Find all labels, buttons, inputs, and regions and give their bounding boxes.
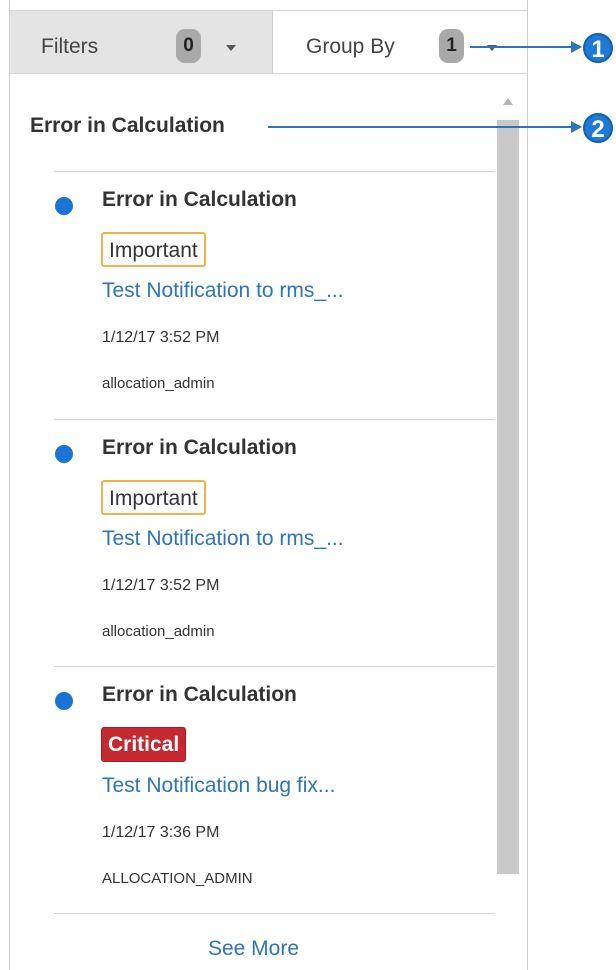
- notification-link[interactable]: Test Notification to rms_...: [102, 279, 344, 303]
- chevron-down-icon: [226, 45, 236, 51]
- notifications-panel: Filters 0 Group By 1 Error in Calculatio…: [9, 0, 528, 970]
- unread-dot-icon: [55, 197, 73, 215]
- filters-label: Filters: [41, 35, 99, 58]
- notification-time: 1/12/17 3:52 PM: [102, 329, 220, 346]
- group-by-button[interactable]: Group By 1: [273, 11, 527, 73]
- notification-item[interactable]: Error in Calculation Important Test Noti…: [10, 420, 497, 665]
- notification-item[interactable]: Error in Calculation Important Test Noti…: [10, 172, 497, 417]
- notification-title: Error in Calculation: [102, 683, 297, 706]
- scrollbar[interactable]: [497, 98, 519, 876]
- unread-dot-icon: [55, 445, 73, 463]
- priority-badge: Important: [101, 480, 206, 515]
- notification-title: Error in Calculation: [102, 436, 297, 459]
- callout-number: 2: [583, 113, 613, 143]
- callout-arrowhead: [571, 41, 582, 53]
- group-by-count-badge: 1: [439, 29, 464, 63]
- notification-user: allocation_admin: [102, 623, 215, 640]
- notification-link[interactable]: Test Notification to rms_...: [102, 527, 344, 551]
- see-more-link[interactable]: See More: [10, 937, 497, 961]
- callout-line: [470, 46, 573, 48]
- callout-arrowhead: [571, 121, 582, 133]
- group-by-label: Group By: [306, 35, 395, 58]
- divider: [54, 913, 495, 914]
- notification-time: 1/12/17 3:52 PM: [102, 577, 220, 594]
- notification-link[interactable]: Test Notification bug fix...: [102, 774, 335, 798]
- priority-badge: Important: [101, 232, 206, 267]
- notification-item[interactable]: Error in Calculation Critical Test Notif…: [10, 667, 497, 912]
- filters-count-badge: 0: [176, 29, 201, 63]
- scrollbar-thumb[interactable]: [497, 120, 519, 874]
- notification-user: ALLOCATION_ADMIN: [102, 870, 253, 887]
- notification-time: 1/12/17 3:36 PM: [102, 824, 220, 841]
- filters-button[interactable]: Filters 0: [10, 11, 273, 73]
- callout-number: 1: [583, 33, 613, 63]
- notification-title: Error in Calculation: [102, 188, 297, 211]
- callout-line: [268, 126, 573, 128]
- notification-user: allocation_admin: [102, 375, 215, 392]
- toolbar: Filters 0 Group By 1: [10, 10, 527, 74]
- arrow-up-icon[interactable]: [503, 98, 513, 105]
- group-header: Error in Calculation: [30, 114, 225, 137]
- priority-badge: Critical: [101, 727, 187, 762]
- unread-dot-icon: [55, 692, 73, 710]
